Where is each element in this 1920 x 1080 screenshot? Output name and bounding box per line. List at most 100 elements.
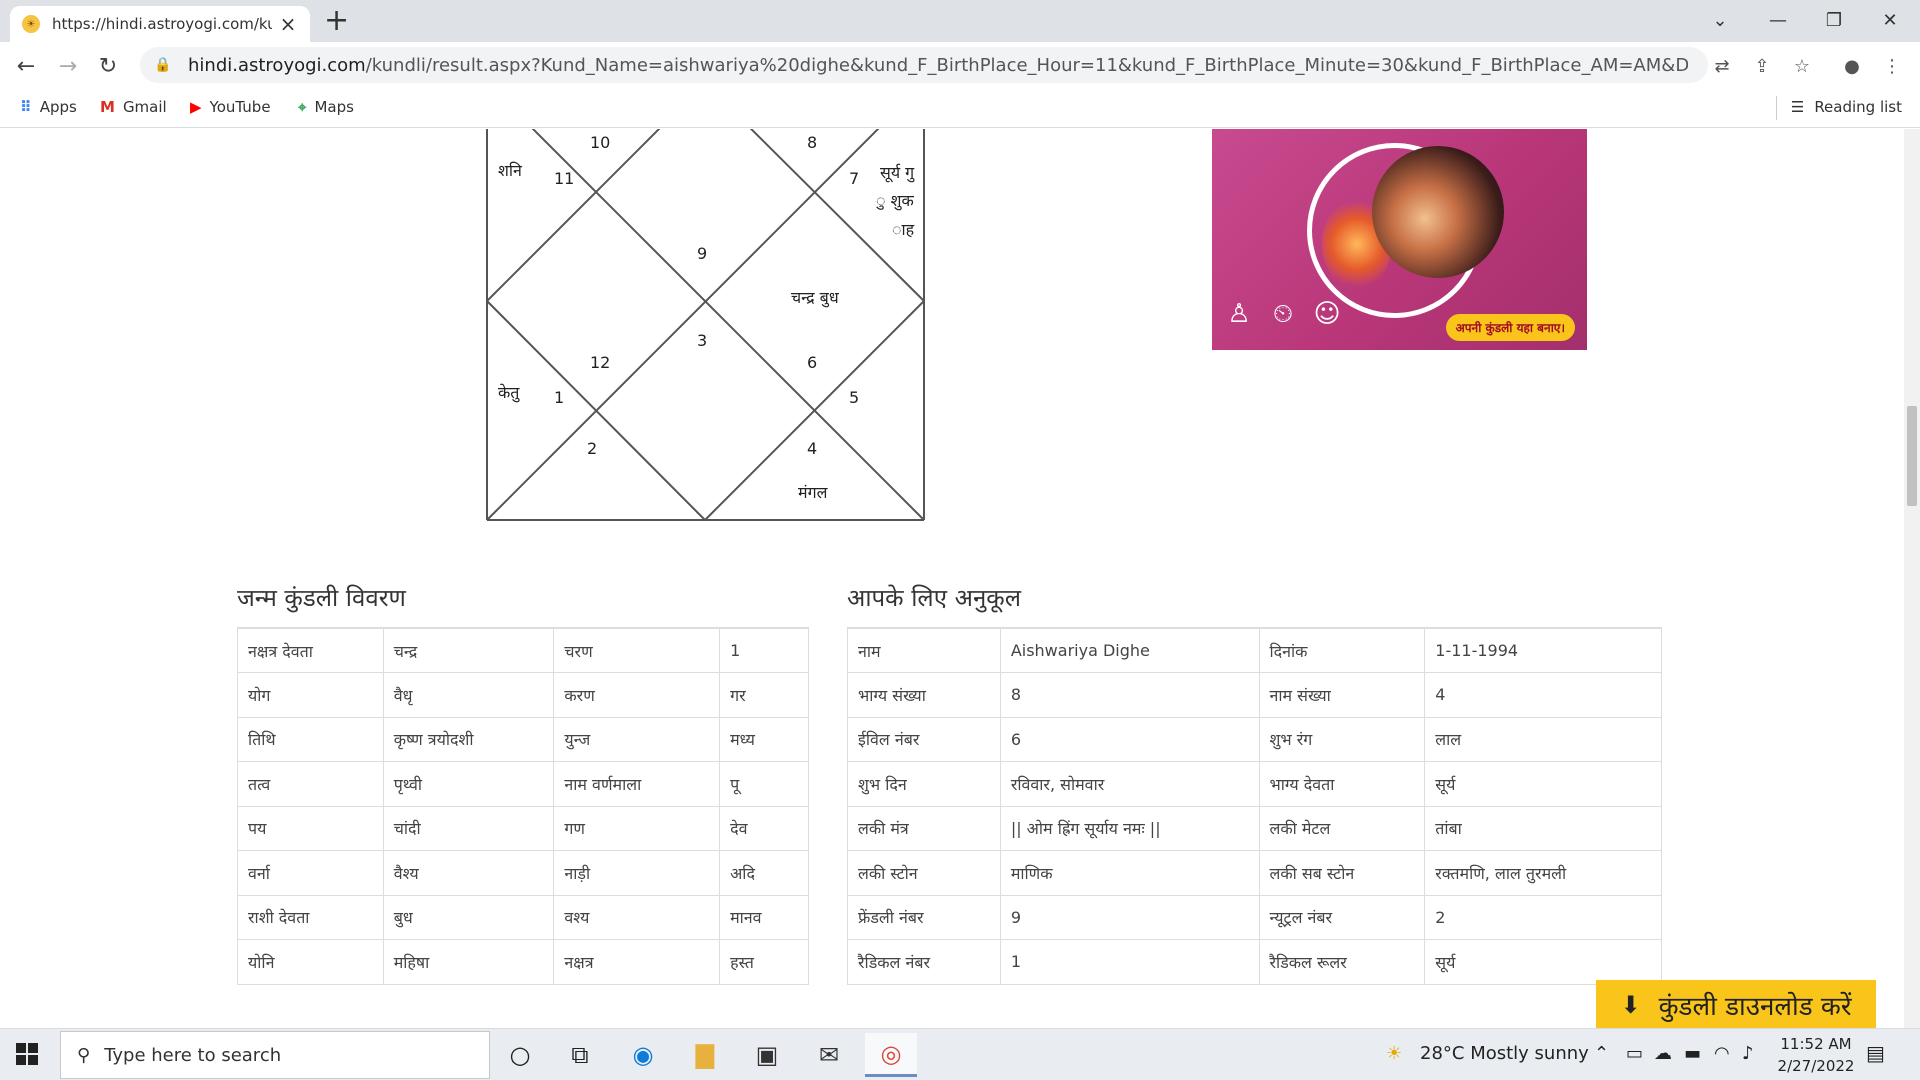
onedrive-icon[interactable]: ☁	[1654, 1043, 1672, 1064]
weather-icon[interactable]: ☀	[1386, 1043, 1402, 1064]
table-row: तत्व पृथ्वी नाम वर्णमाला पू	[237, 761, 809, 807]
bookmark-maps[interactable]: ⌖ Maps	[298, 98, 354, 116]
back-icon[interactable]: ←	[10, 50, 42, 82]
wifi-icon[interactable]: ◠	[1714, 1043, 1730, 1064]
table-value-cell: सूर्य	[1424, 761, 1662, 807]
table-value-cell: 6	[999, 716, 1260, 762]
table-label-cell: शुभ दिन	[847, 761, 1001, 807]
cloud-download-icon: ⬇	[1620, 991, 1641, 1019]
table-value-cell: अदि	[719, 850, 809, 896]
scrollbar-thumb[interactable]	[1907, 406, 1917, 506]
table-label-cell: भाग्य संख्या	[847, 672, 1001, 718]
table-label-cell: भाग्य देवता	[1258, 761, 1426, 807]
share-icon[interactable]: ⇪	[1746, 50, 1778, 82]
chrome-icon[interactable]: ◎	[865, 1033, 917, 1077]
astroyogi-favicon-icon: ☀	[22, 15, 40, 33]
lock-icon[interactable]: 🔒	[154, 57, 174, 73]
ad-icon-row: ♙ ⏲ ☺	[1222, 299, 1344, 337]
reload-icon[interactable]: ↻	[92, 50, 124, 82]
reading-list-icon: ☰	[1790, 98, 1805, 116]
table-row: ईविल नंबर 6 शुभ रंग लाल	[847, 716, 1662, 762]
bookmark-star-icon[interactable]: ☆	[1786, 50, 1818, 82]
table-row: नाम Aishwariya Dighe दिनांक 1-11-1994	[847, 627, 1662, 673]
task-view-icon[interactable]: ⧉	[554, 1033, 606, 1077]
table-value-cell: मध्य	[719, 716, 809, 762]
tab-title: https://hindi.astroyogi.com/kundl	[52, 15, 272, 33]
windows-taskbar: ⚲ Type here to search ○ ⧉ ◉ ▇ ▣ ✉ ◎ ☀ 28…	[0, 1028, 1920, 1080]
table-value-cell: रविवार, सोमवार	[999, 761, 1260, 807]
janm-kundli-title: जन्म कुंडली विवरण	[237, 584, 406, 612]
reading-list[interactable]: ☰ Reading list	[1791, 98, 1902, 116]
table-value-cell: बुध	[382, 894, 555, 940]
store-icon[interactable]: ▣	[741, 1033, 793, 1077]
file-explorer-icon[interactable]: ▇	[679, 1033, 731, 1077]
page-scrollbar[interactable]	[1904, 129, 1920, 1028]
profile-icon[interactable]: ●	[1836, 50, 1868, 82]
edge-icon[interactable]: ◉	[617, 1033, 669, 1077]
kundli-download-button[interactable]: ⬇ कुंडली डाउनलोड करें	[1596, 980, 1876, 1028]
battery-icon[interactable]: ▬	[1684, 1043, 1701, 1064]
house-10: 10	[590, 133, 611, 152]
bookmark-gmail[interactable]: M Gmail	[100, 98, 167, 116]
translate-icon[interactable]: ⇄	[1706, 50, 1738, 82]
table-label-cell: नक्षत्र	[553, 939, 721, 985]
close-tab-icon[interactable]: ×	[278, 12, 298, 36]
forward-icon[interactable]: →	[52, 50, 84, 82]
house-2: 2	[587, 439, 598, 458]
close-window-icon[interactable]: ✕	[1862, 0, 1918, 40]
taskbar-search[interactable]: ⚲ Type here to search	[60, 1031, 490, 1079]
minimize-icon[interactable]: —	[1750, 0, 1806, 40]
table-row: फ्रेंडली नंबर 9 न्यूट्रल नंबर 2	[847, 894, 1662, 940]
taskbar-clock[interactable]: 11:52 AM 2/27/2022	[1776, 1033, 1856, 1077]
tab-search-icon[interactable]: ⌄	[1692, 0, 1748, 40]
table-label-cell: लकी मेटल	[1258, 805, 1426, 851]
new-tab-icon[interactable]: +	[324, 6, 349, 36]
kundli-ad-banner[interactable]: ♙ ⏲ ☺ अपनी कुंडली यहा बनाए।	[1212, 129, 1587, 350]
table-value-cell: || ओम ह्रिंग सूर्याय नमः ||	[999, 805, 1260, 851]
table-label-cell: नक्षत्र देवता	[237, 627, 384, 673]
table-label-cell: दिनांक	[1258, 627, 1426, 673]
table-label-cell: लकी स्टोन	[847, 850, 1001, 896]
reading-list-label: Reading list	[1814, 98, 1902, 116]
janm-kundli-table: नक्षत्र देवता चन्द्र चरण 1 योग वैधृ करण गर तिथि क…	[237, 627, 809, 985]
notification-icon[interactable]: ▤	[1866, 1041, 1885, 1065]
mail-icon[interactable]: ✉	[803, 1033, 855, 1077]
bookmark-youtube[interactable]: ▶ YouTube	[190, 98, 271, 116]
table-label-cell: शुभ रंग	[1258, 716, 1426, 762]
table-value-cell: लाल	[1424, 716, 1662, 762]
table-label-cell: रैडिकल रूलर	[1258, 939, 1426, 985]
volume-muted-icon[interactable]: ♪	[1742, 1043, 1754, 1064]
search-placeholder: Type here to search	[104, 1044, 282, 1066]
kundli-chart: 10 8 11 7 9 3 12 6 1 5 2 4 शनि सूर्य गु …	[486, 129, 926, 521]
restore-icon[interactable]: ❐	[1806, 0, 1862, 40]
bookmark-apps[interactable]: ⠿ Apps	[20, 98, 77, 116]
menu-icon[interactable]: ⋮	[1876, 50, 1908, 82]
table-row: तिथि कृष्ण त्रयोदशी युन्ज मध्य	[237, 716, 809, 762]
table-row: शुभ दिन रविवार, सोमवार भाग्य देवता सूर्य	[847, 761, 1662, 807]
browser-tab[interactable]: ☀ https://hindi.astroyogi.com/kundl ×	[10, 6, 310, 42]
house-6: 6	[807, 353, 818, 372]
clock-time: 11:52 AM	[1780, 1035, 1852, 1053]
address-bar[interactable]: 🔒 hindi.astroyogi.com/kundli/result.aspx…	[140, 47, 1708, 83]
search-icon: ⚲	[77, 1044, 91, 1066]
meet-now-icon[interactable]: ▭	[1626, 1043, 1643, 1064]
table-label-cell: योग	[237, 672, 384, 718]
table-value-cell: हस्त	[719, 939, 809, 985]
clock-question-icon: ⏲	[1272, 299, 1294, 329]
tray-chevron-icon[interactable]: ⌃	[1594, 1043, 1609, 1064]
cortana-icon[interactable]: ○	[494, 1033, 546, 1077]
table-value-cell: माणिक	[999, 850, 1260, 896]
table-row: योग वैधृ करण गर	[237, 672, 809, 718]
table-value-cell: सूर्य	[1424, 939, 1662, 985]
windows-start-icon[interactable]	[16, 1043, 38, 1065]
table-label-cell: गण	[553, 805, 721, 851]
ad-cta-button[interactable]: अपनी कुंडली यहा बनाए।	[1445, 314, 1575, 341]
url-text[interactable]: hindi.astroyogi.com/kundli/result.aspx?K…	[188, 55, 1688, 76]
bookmark-separator	[1776, 96, 1777, 120]
table-value-cell: गर	[719, 672, 809, 718]
table-label-cell: नाम वर्णमाला	[553, 761, 721, 807]
table-value-cell: महिषा	[382, 939, 555, 985]
weather-text[interactable]: 28°C Mostly sunny	[1420, 1043, 1589, 1064]
table-row: वर्ना वैश्य नाड़ी अदि	[237, 850, 809, 896]
table-value-cell: रक्तमणि, लाल तुरमली	[1424, 850, 1662, 896]
